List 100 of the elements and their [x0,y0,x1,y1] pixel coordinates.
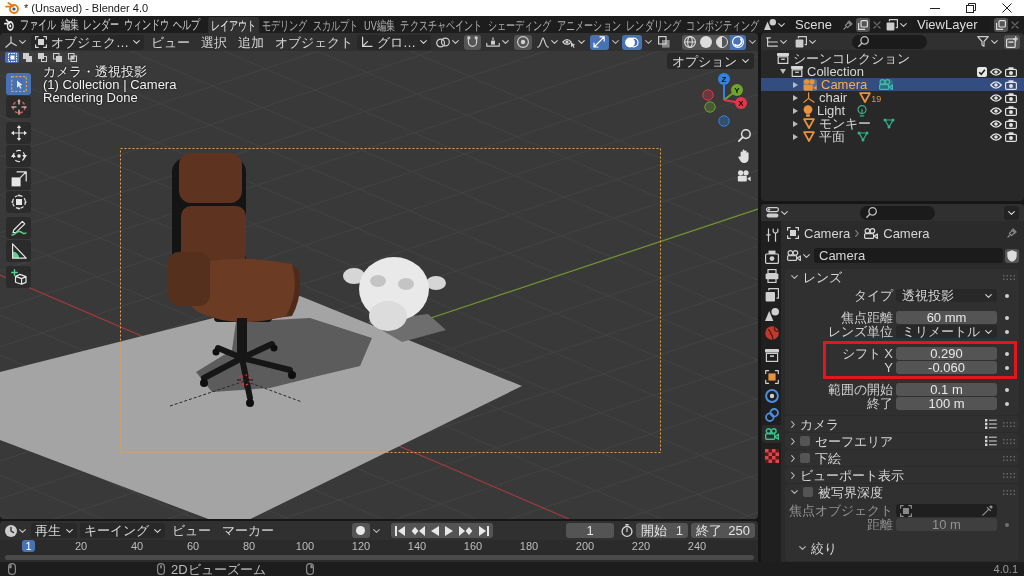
caret-icon[interactable] [645,40,652,44]
select-mode-button[interactable] [35,52,49,63]
drag-handle-icon[interactable] [1003,421,1015,427]
fake-user-button[interactable] [1005,248,1019,263]
outliner-item[interactable]: Light [761,104,1024,117]
panel-header[interactable]: カメラ [785,416,1019,432]
workspace-tab[interactable]: UV編集 [361,17,398,33]
options-dropdown[interactable]: オプション [667,53,754,69]
triangle-icon[interactable] [859,92,872,103]
rotate-tool-button[interactable] [6,145,31,167]
view-layer-selector-button[interactable] [884,17,909,32]
panel-header[interactable]: 下絵 [785,450,1019,466]
close-icon[interactable] [1002,3,1012,13]
jump-to-start-button[interactable] [390,523,408,538]
properties-tab[interactable] [762,425,781,443]
workspace-tab[interactable]: テクスチャペイント [397,17,486,33]
editor-type-button[interactable] [3,34,28,50]
z-axis-handle[interactable]: Z [718,73,730,101]
eye-icon[interactable] [990,67,1002,76]
start-frame-field[interactable]: 開始 1 [636,523,688,538]
camera-icon[interactable] [1005,66,1017,77]
transform-tool-button[interactable] [6,191,31,213]
current-frame-field[interactable]: 1 [566,523,614,538]
outliner-item[interactable]: シーンコレクション [761,52,1024,65]
menu-item[interactable]: マーカー [218,523,278,538]
falloff-button[interactable] [535,34,560,50]
scale-tool-button[interactable] [6,168,31,190]
workspace-tab[interactable]: スカルプト [310,17,362,33]
pin-icon[interactable] [1007,228,1017,238]
disclosure-triangle-icon[interactable] [780,69,786,74]
keyframe-dot-icon[interactable] [1005,293,1009,298]
data-browse-button[interactable] [785,248,812,263]
eye-icon[interactable] [990,119,1002,128]
zoom-icon[interactable] [737,129,751,142]
workspace-tab[interactable]: コンポジティング [683,17,762,33]
new-collection-button[interactable] [1004,34,1020,49]
keyframe-dot-icon[interactable] [1005,365,1009,370]
scrollbar[interactable] [5,555,754,560]
properties-tab[interactable] [762,387,781,405]
mesh-icon[interactable] [883,118,895,129]
gizmos-toggle[interactable] [590,34,609,50]
menu-dropdown[interactable]: 再生 [31,523,77,538]
list-icon[interactable] [985,419,997,429]
search-field[interactable] [859,205,935,220]
select-mode-button[interactable] [5,52,19,63]
auto-keying-button[interactable] [351,523,370,538]
wireframe-shading-button[interactable] [682,34,698,50]
snap-target-button[interactable] [484,34,511,50]
disclosure-triangle-icon[interactable] [793,107,798,114]
camera-icon[interactable] [737,170,751,182]
menu-item[interactable]: 追加 [234,34,268,50]
checkbox[interactable] [803,487,813,497]
outliner-item[interactable]: Camera [761,78,1024,91]
pin-icon[interactable] [843,19,853,30]
search-field[interactable] [852,34,927,49]
eye-icon[interactable] [990,93,1002,102]
disclosure-triangle-icon[interactable] [793,94,798,101]
blender-logo-icon[interactable] [4,18,14,31]
keyframe-dot-icon[interactable] [1005,522,1009,527]
camera-icon[interactable] [1005,79,1017,90]
material-shading-button[interactable] [714,34,730,50]
menu-item[interactable]: ファイル [18,16,59,33]
subpanel-header[interactable]: 絞り [789,540,1015,556]
data-name-field[interactable]: Camera [814,248,1003,263]
caret-icon[interactable] [612,40,619,44]
editor-type-button[interactable] [3,523,28,538]
properties-tab[interactable] [762,406,781,424]
disclosure-triangle-icon[interactable] [793,133,798,140]
end-frame-field[interactable]: 終了 250 [691,523,755,538]
menu-item[interactable]: レンダー [80,16,122,33]
keyframe-dot-icon[interactable] [1005,329,1009,334]
keyframe-dot-icon[interactable] [1005,387,1009,392]
drag-handle-icon[interactable] [1003,472,1015,478]
panel-header[interactable]: ビューポート表示 [785,467,1019,483]
outliner-item[interactable]: 平面 [761,130,1024,143]
select-mode-button[interactable] [50,52,64,63]
properties-tab[interactable] [762,248,781,266]
minimize-icon[interactable] [930,7,940,9]
outliner-item[interactable]: Collection [761,65,1024,78]
restore-icon[interactable] [966,3,976,13]
outliner-item[interactable]: chair 19 [761,91,1024,104]
add-cube-tool-button[interactable] [6,266,31,288]
mode-dropdown[interactable]: オブジェク… [31,34,144,50]
rendered-shading-button[interactable] [730,34,746,50]
workspace-tab[interactable]: モデリング [259,17,311,33]
cursor-tool-button[interactable] [6,96,31,118]
scene-selector-button[interactable] [762,17,787,32]
dropdown[interactable]: ミリメートル [896,325,997,338]
orientation-dropdown[interactable]: グロ… [357,34,431,50]
keyframe-dot-icon[interactable] [1005,351,1009,356]
workspace-tab[interactable]: アニメーション [554,17,624,33]
panel-header[interactable]: 被写界深度 [785,484,1019,500]
workspace-tab[interactable]: レンダリング [623,17,684,33]
menu-item[interactable]: ウィンドウ [121,16,172,33]
bulb-outline-icon[interactable] [857,104,868,117]
menu-item[interactable]: ビュー [147,34,194,50]
panel-header[interactable]: セーフエリア [785,433,1019,449]
stopwatch-icon[interactable] [621,524,633,537]
number-field[interactable]: 100 m [896,397,997,410]
keyframe-dot-icon[interactable] [1005,401,1009,406]
